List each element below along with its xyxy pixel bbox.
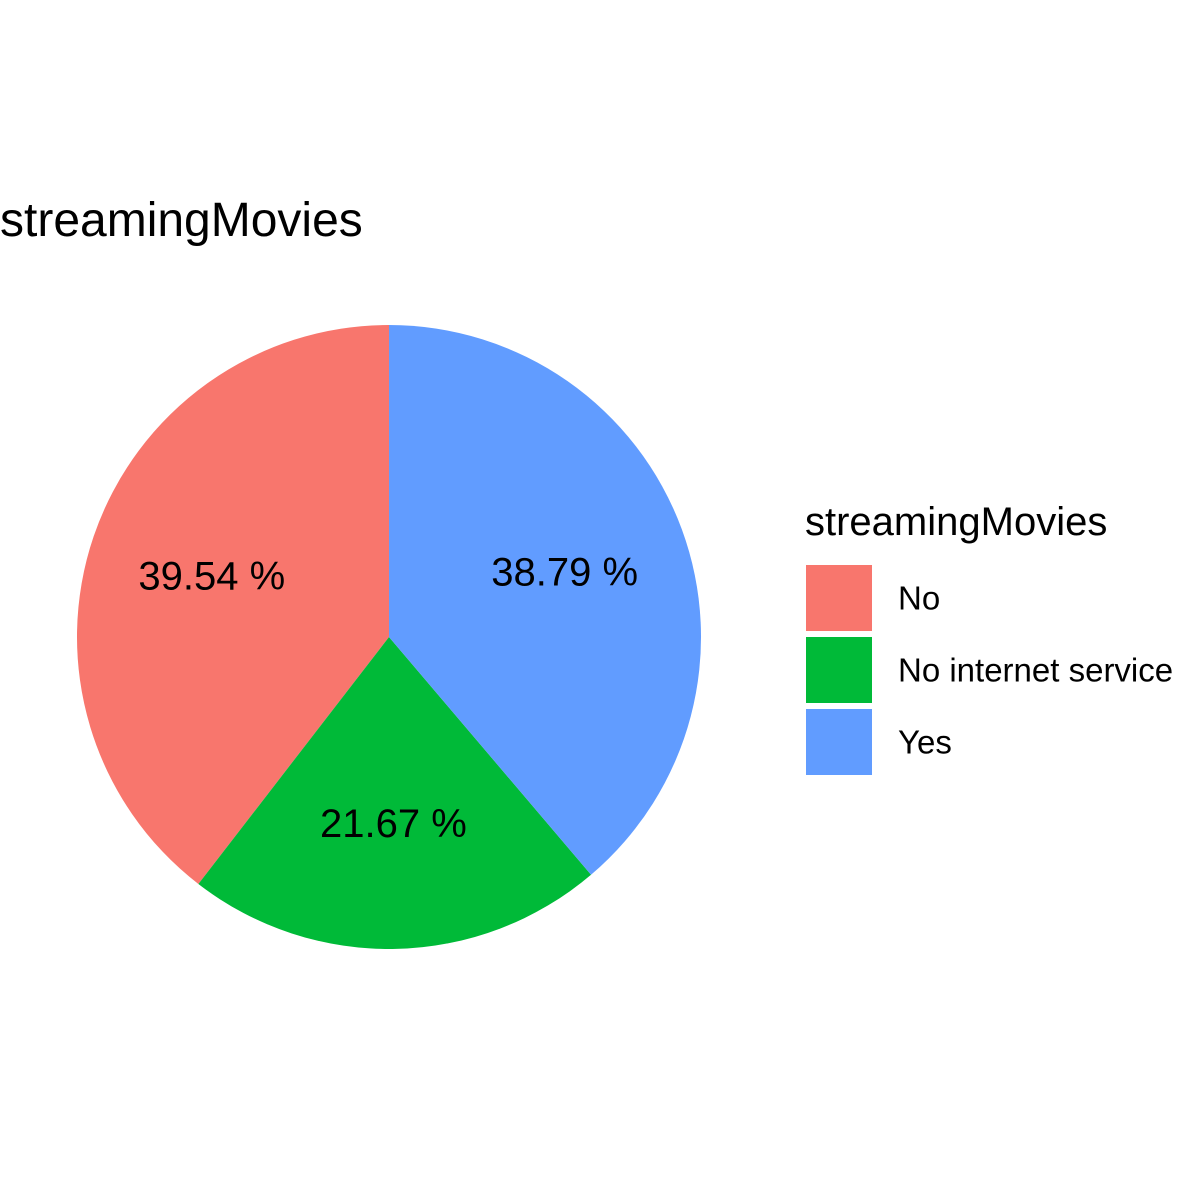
legend-items: No No internet service Yes bbox=[806, 565, 1173, 775]
pie-chart: streamingMovies 39.54 % 21.67 % 38.79 % st… bbox=[0, 194, 1173, 950]
pie-slice-label: 21.67 % bbox=[320, 802, 467, 846]
legend-label: Yes bbox=[898, 724, 952, 761]
legend-title: streamingMovies bbox=[805, 500, 1107, 544]
chart-title: streamingMovies bbox=[0, 194, 363, 247]
pie-slices bbox=[76, 325, 702, 950]
pie-slice-label: 39.54 % bbox=[138, 555, 285, 599]
legend-key bbox=[806, 565, 872, 631]
legend: streamingMovies No No internet service Yes bbox=[805, 500, 1173, 775]
legend-label: No bbox=[898, 580, 940, 617]
legend-key bbox=[806, 637, 872, 703]
pie-slice-label: 38.79 % bbox=[491, 550, 638, 594]
legend-key bbox=[806, 709, 872, 775]
legend-label: No internet service bbox=[898, 652, 1173, 689]
